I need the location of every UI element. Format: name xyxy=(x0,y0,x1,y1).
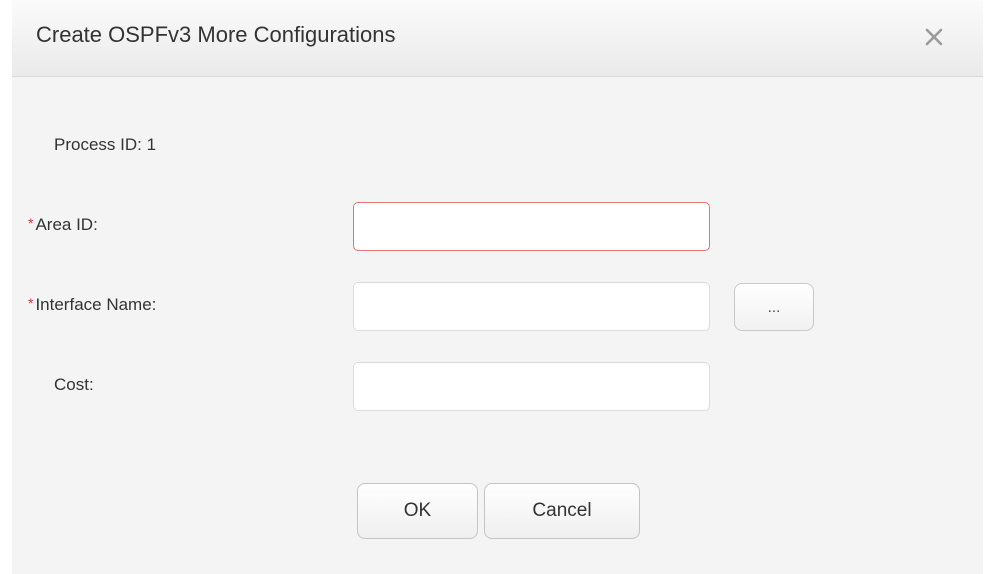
cost-label: Cost: xyxy=(54,375,94,394)
required-mark: * xyxy=(28,295,34,311)
dialog-title: Create OSPFv3 More Configurations xyxy=(36,22,396,47)
interface-name-label: * Interface Name: xyxy=(28,295,156,315)
cost-input[interactable] xyxy=(353,362,710,411)
dialog-header: Create OSPFv3 More Configurations xyxy=(12,0,983,77)
create-ospfv3-dialog: Create OSPFv3 More Configurations Proces… xyxy=(12,0,983,574)
process-id-label: Process ID: 1 xyxy=(54,135,157,154)
area-id-label-text: Area ID: xyxy=(35,215,98,234)
required-mark: * xyxy=(28,215,34,231)
area-id-label: * Area ID: xyxy=(28,215,98,235)
browse-interface-button[interactable]: ... xyxy=(734,283,814,331)
area-id-input[interactable] xyxy=(353,202,710,251)
interface-name-input[interactable] xyxy=(353,282,710,331)
cancel-button[interactable]: Cancel xyxy=(484,483,640,539)
ok-button[interactable]: OK xyxy=(357,483,478,539)
close-icon[interactable] xyxy=(917,20,951,54)
interface-name-label-text: Interface Name: xyxy=(35,295,157,314)
